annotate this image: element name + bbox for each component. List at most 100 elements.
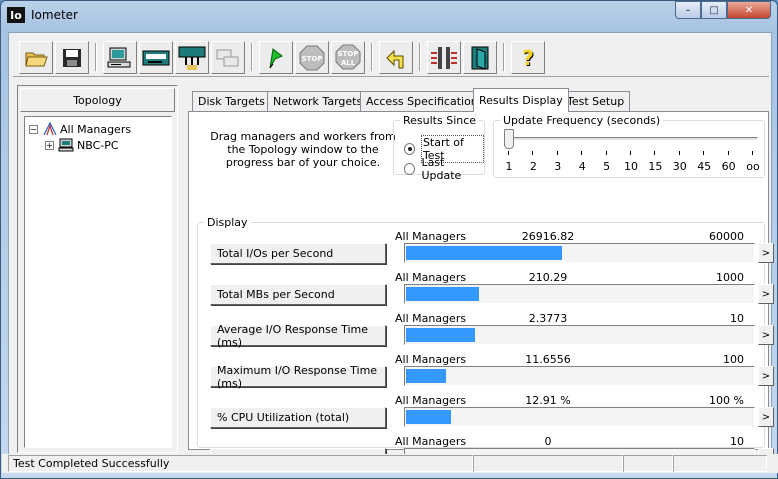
metric-selector-button[interactable]: % CPU Utilization (total) <box>210 407 386 428</box>
help-question-icon: ? <box>522 45 534 70</box>
radio-unselected-icon[interactable] <box>404 163 416 175</box>
row-value: 11.6556 <box>525 353 571 366</box>
expand-icon[interactable]: + <box>45 140 54 150</box>
exit-all-icon <box>431 46 457 69</box>
tree-item-nbc-pc[interactable]: + NBC-PC <box>45 137 119 153</box>
slider-tick-label: 5 <box>603 160 611 173</box>
window-title: Iometer <box>31 8 78 22</box>
slider-tick <box>703 151 705 155</box>
toolbar: STOP STOP ALL ? <box>13 37 769 77</box>
exit-all-button[interactable] <box>427 41 461 74</box>
reset-workers-button[interactable] <box>379 41 413 74</box>
new-network-worker-button[interactable] <box>139 41 173 74</box>
start-tests-button[interactable] <box>259 41 293 74</box>
disconnect-button[interactable] <box>211 41 245 74</box>
progress-bar[interactable] <box>404 366 755 386</box>
status-bar: Test Completed Successfully <box>2 454 778 473</box>
slider-tick-label: 3 <box>554 160 562 173</box>
expand-metric-button[interactable]: > <box>758 243 774 263</box>
expand-metric-button[interactable]: > <box>758 407 774 427</box>
row-max: 100 <box>723 353 744 366</box>
update-frequency-slider-thumb[interactable] <box>504 129 514 149</box>
tab-results-display[interactable]: Results Display <box>473 88 569 112</box>
slider-tick <box>654 151 656 155</box>
all-managers-icon <box>43 122 57 136</box>
slider-tick-label: 2 <box>529 160 537 173</box>
row-target-label: All Managers <box>395 312 467 325</box>
tree-item-all-managers[interactable]: − All Managers <box>29 121 131 137</box>
new-disk-worker-icon <box>107 47 131 67</box>
reset-workers-icon <box>386 49 404 68</box>
slider-tick-label: 15 <box>648 160 663 173</box>
open-config-icon <box>25 52 48 66</box>
metric-selector-button[interactable]: Total I/Os per Second <box>210 243 386 264</box>
topology-tree[interactable]: − All Managers + NBC-PC <box>24 116 172 448</box>
status-pane-4 <box>673 455 767 472</box>
svg-text:STOP: STOP <box>302 55 323 63</box>
maximize-button[interactable]: □ <box>701 1 727 19</box>
tab-disk-targets[interactable]: Disk Targets <box>192 91 271 111</box>
status-pane-3 <box>623 455 673 472</box>
radio-label: Last Update <box>421 156 462 182</box>
status-message: Test Completed Successfully <box>8 455 473 472</box>
row-value: 26916.82 <box>521 230 575 243</box>
new-disk-worker-button[interactable] <box>103 41 137 74</box>
iometer-app-icon[interactable]: Io <box>7 7 25 23</box>
slider-tick <box>581 151 583 155</box>
metric-selector-button[interactable]: Maximum I/O Response Time (ms) <box>210 364 386 390</box>
new-network-worker-icon <box>142 50 170 65</box>
tab-access-specifications[interactable]: Access Specifications <box>360 91 490 111</box>
start-tests-icon <box>269 47 283 68</box>
save-config-button[interactable] <box>55 41 89 74</box>
progress-bar[interactable] <box>404 325 755 345</box>
radio-selected-icon[interactable] <box>404 143 415 155</box>
client-area: STOP STOP ALL ? Topology − All Managers … <box>8 32 774 473</box>
progress-bar[interactable] <box>404 284 755 304</box>
slider-tick-label: 1 <box>505 160 513 173</box>
radio-last-update[interactable]: Last Update <box>404 156 484 182</box>
exit-button[interactable] <box>463 41 497 74</box>
slider-tick <box>532 151 534 155</box>
update-frequency-title: Update Frequency (seconds) <box>500 114 664 127</box>
expand-metric-button[interactable]: > <box>758 325 774 345</box>
drag-instructions: Drag managers and workers from the Topol… <box>210 130 396 169</box>
about-button[interactable]: ? <box>511 41 545 74</box>
slider-tick-label: oo <box>746 160 760 173</box>
topology-header: Topology <box>20 88 175 112</box>
tab-test-setup[interactable]: Test Setup <box>561 91 631 111</box>
exit-icon <box>471 46 489 70</box>
row-target-label: All Managers <box>395 230 467 243</box>
slider-tick-label: 60 <box>721 160 736 173</box>
progress-bar[interactable] <box>404 407 755 427</box>
row-max: 1000 <box>716 271 744 284</box>
tree-label: All Managers <box>60 122 132 136</box>
metric-selector-button[interactable]: Total MBs per Second <box>210 284 386 305</box>
tree-label: NBC-PC <box>77 138 119 152</box>
expand-metric-button[interactable]: > <box>758 284 774 304</box>
slider-tick <box>630 151 631 155</box>
progress-bar-fill <box>406 287 479 301</box>
row-value: 210.29 <box>528 271 568 284</box>
slider-tick <box>508 151 509 155</box>
iometer-window: Io Iometer – □ ✕ STOP STOP ALL ? Topolog… <box>0 0 778 479</box>
progress-bar-fill <box>406 369 446 383</box>
duplicate-worker-button[interactable] <box>175 41 209 74</box>
stop-all-button[interactable]: STOP ALL <box>331 41 365 74</box>
close-button[interactable]: ✕ <box>727 1 771 19</box>
metric-selector-button[interactable]: Average I/O Response Time (ms) <box>210 323 386 349</box>
stop-button[interactable]: STOP <box>295 41 329 74</box>
slider-tick <box>556 151 558 155</box>
disconnect-icon <box>216 49 239 66</box>
collapse-icon[interactable]: − <box>29 124 38 134</box>
status-pane-2 <box>473 455 623 472</box>
progress-bar-fill <box>406 410 451 424</box>
progress-bar[interactable] <box>404 243 755 263</box>
expand-metric-button[interactable]: > <box>758 366 774 386</box>
update-frequency-track[interactable] <box>508 137 758 141</box>
slider-tick-label: 30 <box>672 160 687 173</box>
tab-network-targets[interactable]: Network Targets <box>267 91 369 111</box>
row-max: 60000 <box>709 230 744 243</box>
minimize-button[interactable]: – <box>675 1 701 19</box>
title-bar[interactable]: Io Iometer – □ ✕ <box>1 1 777 31</box>
open-config-button[interactable] <box>19 41 53 74</box>
